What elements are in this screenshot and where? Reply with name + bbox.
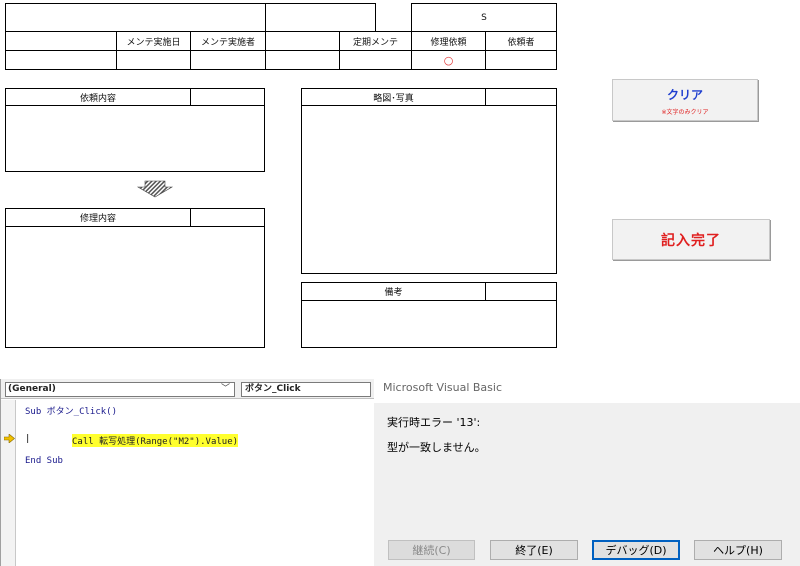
value-cell-4[interactable]	[265, 50, 340, 70]
scope-value: (General)	[8, 384, 56, 394]
form-header-table: S メンテ実施日 メンテ実施者 定期メンテ 修理依頼 依頼者 ○	[5, 3, 557, 70]
value-maint-date[interactable]	[116, 50, 191, 70]
code-margin	[1, 400, 16, 566]
request-box-title-extra	[190, 88, 265, 106]
value-cell-1[interactable]	[5, 50, 117, 70]
debug-button[interactable]: デバッグ(D)	[592, 540, 680, 560]
header-cell-s: S	[411, 3, 557, 32]
value-maint-person[interactable]	[190, 50, 266, 70]
remarks-box-title-extra	[485, 282, 557, 301]
remarks-box: 備考	[301, 282, 557, 348]
code-line-call[interactable]: Call 転写処理(Range("M2").Value)	[72, 434, 239, 447]
chevron-down-icon: ﹀	[220, 384, 230, 394]
sketch-box-title: 略図･写真	[301, 88, 486, 106]
header-col-maint-person: メンテ実施者	[190, 31, 266, 51]
procedure-dropdown[interactable]: ボタン_Click	[241, 382, 371, 397]
value-regular-maint[interactable]	[339, 50, 412, 70]
sketch-content-area[interactable]	[301, 105, 557, 274]
header-cell-top-2	[265, 3, 376, 32]
down-arrow-icon	[136, 180, 174, 198]
header-cell-top-1	[5, 3, 266, 32]
remarks-box-title: 備考	[301, 282, 486, 301]
error-dialog: Microsoft Visual Basic 実行時エラー '13': 型が一致…	[374, 379, 800, 566]
execution-pointer-icon	[4, 434, 15, 443]
help-button[interactable]: ヘルプ(H)	[694, 540, 782, 560]
repair-box-title: 修理内容	[5, 208, 191, 227]
sketch-box: 略図･写真	[301, 88, 557, 274]
code-line-sub: Sub ボタン_Click()	[25, 407, 118, 417]
scope-dropdown[interactable]: (General) ﹀	[5, 382, 235, 397]
value-repair-request[interactable]: ○	[411, 50, 486, 70]
clear-button-label: クリア	[666, 88, 703, 102]
repair-content-area[interactable]	[5, 226, 265, 348]
repair-box: 修理内容	[5, 208, 265, 348]
repair-box-title-extra	[190, 208, 265, 227]
code-line-end: End Sub	[25, 456, 63, 466]
sketch-box-title-extra	[485, 88, 557, 106]
error-code: 実行時エラー '13':	[387, 416, 481, 429]
continue-button[interactable]: 継続(C)	[388, 540, 475, 560]
remarks-content-area[interactable]	[301, 300, 557, 348]
header-col-regular-maint: 定期メンテ	[339, 31, 412, 51]
request-box-title: 依頼内容	[5, 88, 191, 106]
code-cursor: |	[25, 434, 31, 444]
header-col-blank	[5, 31, 117, 51]
value-requester[interactable]	[485, 50, 557, 70]
entry-complete-button[interactable]: 記入完了	[612, 219, 770, 260]
vba-editor: (General) ﹀ ボタン_Click Sub ボタン_Click() | …	[0, 379, 375, 566]
header-col-repair-request: 修理依頼	[411, 31, 486, 51]
error-message: 型が一致しません。	[387, 441, 486, 454]
header-col-blank-2	[265, 31, 340, 51]
header-col-maint-date: メンテ実施日	[116, 31, 191, 51]
clear-button[interactable]: クリア ※文字のみクリア	[612, 79, 758, 121]
procedure-value: ボタン_Click	[245, 384, 301, 394]
entry-complete-label: 記入完了	[661, 232, 721, 249]
header-col-requester: 依頼者	[485, 31, 557, 51]
end-button[interactable]: 終了(E)	[490, 540, 578, 560]
clear-button-note: ※文字のみクリア	[661, 109, 709, 116]
dialog-title: Microsoft Visual Basic	[383, 381, 503, 394]
repair-mark: ○	[443, 53, 454, 67]
s-label: S	[481, 12, 487, 23]
request-box: 依頼内容	[5, 88, 265, 172]
request-content-area[interactable]	[5, 105, 265, 172]
